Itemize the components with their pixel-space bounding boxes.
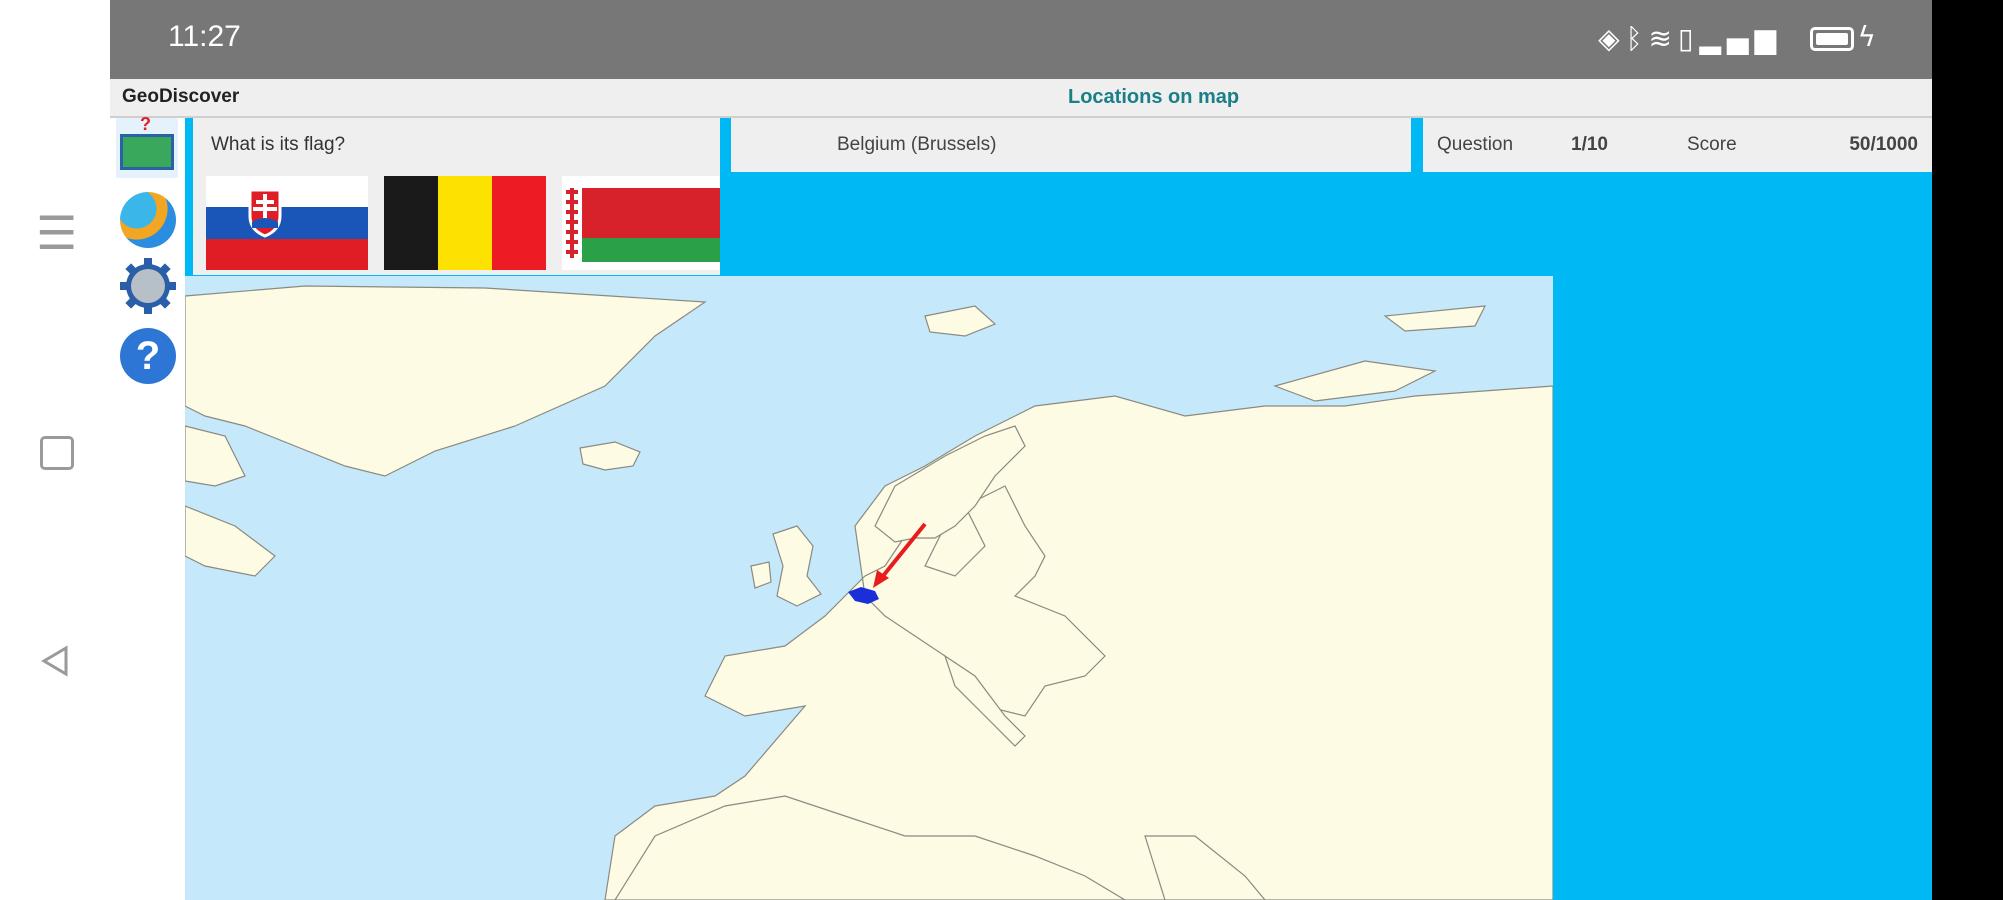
help-icon[interactable]: ?	[120, 328, 176, 384]
back-icon[interactable]	[38, 644, 72, 678]
nfc-icon: ◈	[1598, 22, 1626, 55]
status-bar: 11:27 ◈ᛒ≋▯▂▄▆ ϟ	[110, 0, 1932, 79]
android-nav-bar: ☰	[0, 0, 110, 900]
device-screen: 11:27 ◈ᛒ≋▯▂▄▆ ϟ GeoDiscover Locations on…	[110, 0, 1932, 900]
status-icons: ◈ᛒ≋▯▂▄▆	[1598, 22, 1782, 55]
flag-option-belgium[interactable]	[384, 176, 546, 270]
bluetooth-icon: ᛒ	[1625, 22, 1649, 55]
quiz-area: What is its flag? Belgium (Brussels) Que…	[185, 118, 1932, 900]
charging-icon: ϟ	[1857, 20, 1876, 53]
home-icon[interactable]	[40, 436, 74, 470]
question-panel: What is its flag?	[193, 118, 720, 275]
settings-gear-icon[interactable]	[120, 258, 176, 314]
score-label: Score	[1687, 134, 1737, 155]
signal-icon: ▂▄▆	[1699, 22, 1782, 55]
stats-panel: Question 1/10 Score 50/1000	[1423, 118, 1932, 172]
globe-icon[interactable]	[120, 192, 176, 248]
map-quiz-icon[interactable]: ?	[116, 114, 178, 178]
question-counter: 1/10	[1571, 134, 1608, 155]
question-label: Question	[1437, 134, 1514, 155]
flag-option-slovakia[interactable]	[206, 176, 368, 270]
country-capital-label: Belgium (Brussels)	[837, 134, 997, 155]
battery-icon	[1810, 27, 1854, 51]
wifi-icon: ≋	[1648, 22, 1678, 55]
score-value: 50/1000	[1849, 134, 1918, 155]
app-title-bar: GeoDiscover Locations on map	[110, 79, 1932, 118]
app-name: GeoDiscover	[122, 86, 240, 107]
world-map[interactable]	[185, 276, 1553, 900]
flag-option-belarus[interactable]	[562, 176, 720, 270]
vibrate-icon: ▯	[1677, 22, 1700, 55]
answer-panel: Belgium (Brussels)	[731, 118, 1411, 172]
page-title: Locations on map	[1068, 86, 1240, 108]
question-text: What is its flag?	[211, 134, 346, 155]
menu-icon[interactable]: ☰	[36, 210, 77, 256]
left-toolbar: ? ?	[110, 114, 185, 900]
status-time: 11:27	[168, 20, 241, 53]
